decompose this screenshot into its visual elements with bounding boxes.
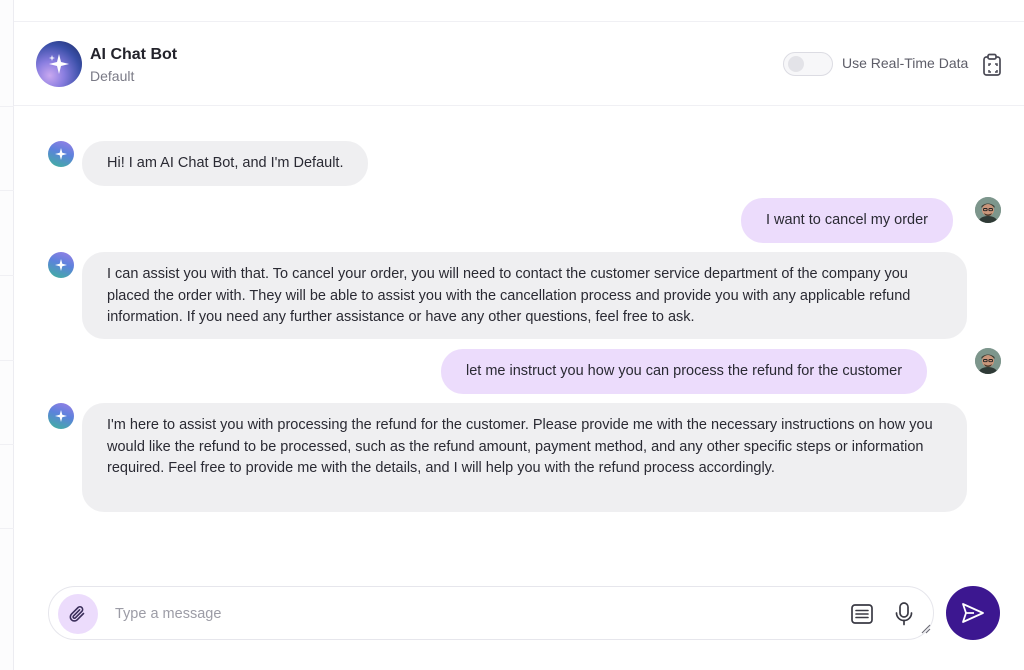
list-icon[interactable] xyxy=(850,603,874,625)
sparkle-icon xyxy=(55,410,67,422)
rail-divider xyxy=(0,444,14,445)
bot-message: I'm here to assist you with processing t… xyxy=(82,403,967,512)
user-photo xyxy=(975,197,1001,223)
bot-avatar-small xyxy=(48,252,74,278)
rail-divider xyxy=(0,275,14,276)
paperclip-icon xyxy=(69,606,85,622)
bot-name: AI Chat Bot xyxy=(90,46,178,63)
attach-button[interactable] xyxy=(58,594,98,634)
message-composer xyxy=(48,586,934,640)
user-message: let me instruct you how you can process … xyxy=(441,349,928,394)
sparkle-icon xyxy=(55,259,67,271)
clipboard-icon[interactable] xyxy=(982,53,1002,77)
user-avatar xyxy=(975,197,1001,223)
bot-avatar xyxy=(36,41,82,87)
bot-message: I can assist you with that. To cancel yo… xyxy=(82,252,967,339)
resize-handle[interactable] xyxy=(921,624,931,634)
sparkle-icon xyxy=(55,148,67,160)
rail-divider xyxy=(0,106,14,107)
toggle-knob xyxy=(788,56,804,72)
left-rail xyxy=(0,0,14,670)
sparkle-icon xyxy=(49,54,69,74)
bot-message: Hi! I am AI Chat Bot, and I'm Default. xyxy=(82,141,369,186)
microphone-icon[interactable] xyxy=(893,601,915,627)
rail-divider xyxy=(0,190,14,191)
send-button[interactable] xyxy=(946,586,1000,640)
chat-header: AI Chat Bot Default Use Real-Time Data xyxy=(14,22,1024,106)
user-avatar xyxy=(975,348,1001,374)
message-input[interactable] xyxy=(115,602,815,626)
bot-avatar-small xyxy=(48,141,74,167)
bot-mode: Default xyxy=(90,68,135,84)
rail-divider xyxy=(0,528,14,529)
bot-avatar-small xyxy=(48,403,74,429)
user-message: I want to cancel my order xyxy=(741,198,953,243)
rail-divider xyxy=(0,360,14,361)
realtime-toggle[interactable] xyxy=(783,52,833,76)
send-icon xyxy=(962,603,984,623)
realtime-label: Use Real-Time Data xyxy=(842,55,969,71)
user-photo xyxy=(975,348,1001,374)
